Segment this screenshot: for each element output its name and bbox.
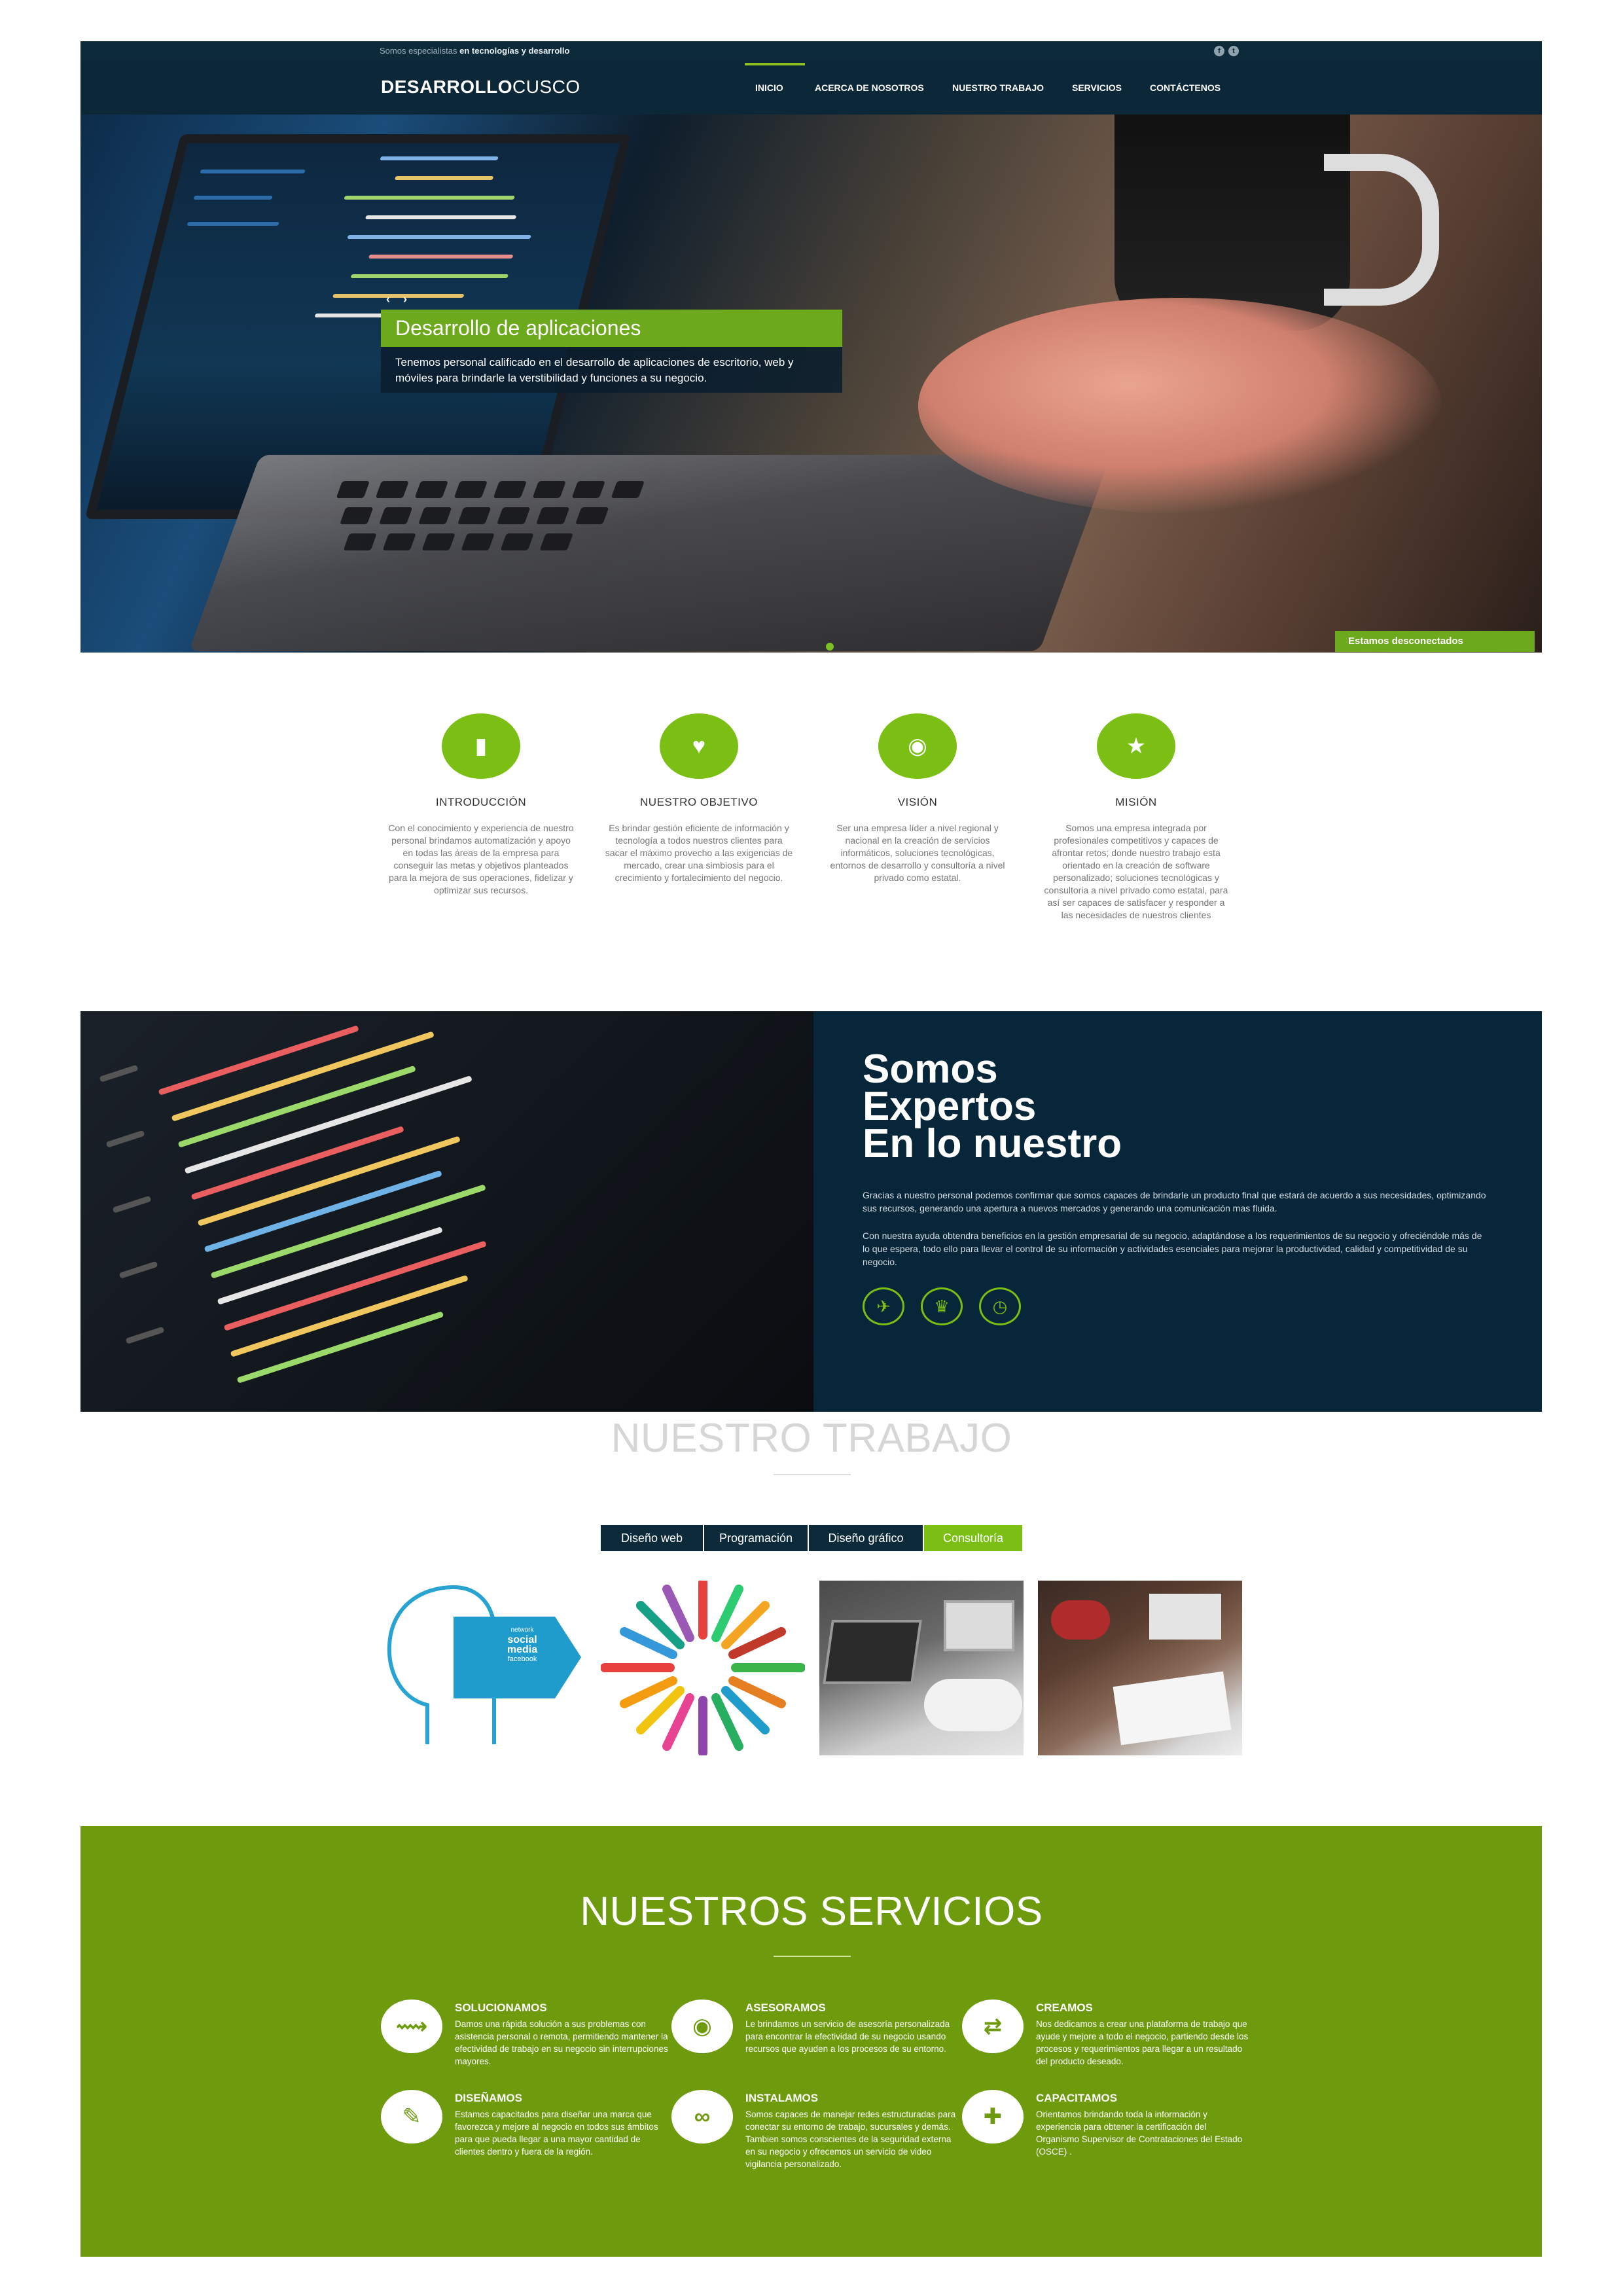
service-text: Damos una rápida solución a sus problema… bbox=[455, 2019, 668, 2066]
service-text: Estamos capacitados para diseñar una mar… bbox=[455, 2109, 658, 2157]
nav-nuestro-trabajo[interactable]: NUESTRO TRABAJO bbox=[952, 82, 1044, 93]
feature-text: Con el conocimiento y experiencia de nue… bbox=[388, 823, 574, 895]
chain-icon: ∞ bbox=[671, 2090, 733, 2144]
portfolio-people-circle[interactable] bbox=[601, 1581, 805, 1755]
feature-text: Somos una empresa integrada por profesio… bbox=[1044, 823, 1228, 920]
tab-diseno-web[interactable]: Diseño web bbox=[601, 1525, 703, 1551]
heart-icon: ♥ bbox=[660, 713, 738, 779]
experts-title: Somos Expertos En lo nuestro bbox=[863, 1047, 1122, 1166]
service-title: DISEÑAMOS bbox=[455, 2092, 522, 2104]
experts-paragraph-1: Gracias a nuestro personal podemos confi… bbox=[863, 1190, 1486, 1213]
link-icon: ⟿ bbox=[381, 2000, 442, 2053]
slide-title: Desarrollo de aplicaciones bbox=[381, 310, 842, 347]
nav-contactenos[interactable]: CONTÁCTENOS bbox=[1150, 82, 1221, 93]
laptop-shape bbox=[823, 1620, 922, 1684]
site-logo[interactable]: DESARROLLOCUSCO bbox=[381, 77, 580, 98]
title-underline bbox=[774, 1956, 851, 1957]
feature-title: NUESTRO OBJETIVO bbox=[640, 796, 758, 808]
feature-objetivo: ♥ NUESTRO OBJETIVO Es brindar gestión ef… bbox=[601, 713, 797, 884]
facebook-icon[interactable]: f bbox=[1214, 46, 1224, 56]
portfolio-team-work[interactable] bbox=[1038, 1581, 1242, 1755]
code-image bbox=[80, 1011, 813, 1412]
nav-servicios[interactable]: SERVICIOS bbox=[1072, 82, 1122, 93]
nav-inicio[interactable]: INICIO bbox=[755, 82, 783, 93]
tagline: Somos especialistas en tecnologías y des… bbox=[380, 46, 570, 56]
eye-icon: ◉ bbox=[878, 713, 957, 779]
service-title: CREAMOS bbox=[1036, 2001, 1093, 2014]
tab-programacion[interactable]: Programación bbox=[704, 1525, 808, 1551]
feature-vision: ◉ VISIÓN Ser una empresa líder a nivel r… bbox=[819, 713, 1016, 884]
feature-introduccion: ▮ INTRODUCCIÓN Con el conocimiento y exp… bbox=[383, 713, 579, 897]
chat-status-button[interactable]: Estamos desconectados bbox=[1335, 631, 1535, 652]
portfolio-meeting-laptops[interactable] bbox=[819, 1581, 1024, 1755]
laptop-keyboard bbox=[188, 455, 1111, 651]
service-text: Le brindamos un servicio de asesoría per… bbox=[745, 2019, 950, 2054]
papers-shape bbox=[1113, 1671, 1232, 1746]
person-shape bbox=[1051, 1600, 1110, 1640]
title-underline bbox=[774, 1474, 851, 1475]
paper-plane-icon[interactable]: ✈ bbox=[863, 1287, 904, 1325]
star-icon: ★ bbox=[1097, 713, 1175, 779]
service-text: Nos dedicamos a crear una plataforma de … bbox=[1036, 2019, 1249, 2066]
service-title: SOLUCIONAMOS bbox=[455, 2001, 547, 2014]
service-title: ASESORAMOS bbox=[745, 2001, 826, 2014]
experts-paragraph-2: Con nuestra ayuda obtendra beneficios en… bbox=[863, 1230, 1482, 1267]
feature-title: VISIÓN bbox=[897, 796, 938, 808]
navigation-bar bbox=[80, 61, 1542, 117]
feature-mision: ★ MISIÓN Somos una empresa integrada por… bbox=[1038, 713, 1234, 922]
shuffle-icon: ⇄ bbox=[962, 2000, 1024, 2053]
work-title: NUESTRO TRABAJO bbox=[611, 1416, 1012, 1461]
laptop-shape bbox=[1149, 1594, 1221, 1640]
add-user-icon: ✚ bbox=[962, 2090, 1024, 2144]
service-title: CAPACITAMOS bbox=[1036, 2092, 1118, 2104]
services-title: NUESTROS SERVICIOS bbox=[580, 1889, 1043, 1934]
slider-arrows: ‹ › bbox=[386, 293, 407, 306]
nav-acerca[interactable]: ACERCA DE NOSOTROS bbox=[815, 82, 924, 93]
service-text: Orientamos brindando toda la información… bbox=[1036, 2109, 1243, 2157]
book-icon: ▮ bbox=[442, 713, 520, 779]
slide-next-button[interactable]: › bbox=[403, 293, 407, 306]
laptop-shape-2 bbox=[944, 1600, 1014, 1651]
typing-hands bbox=[918, 298, 1442, 514]
trophy-icon[interactable]: ♛ bbox=[921, 1287, 963, 1325]
feature-text: Es brindar gestión eficiente de informac… bbox=[605, 823, 793, 883]
brush-icon: ✎ bbox=[381, 2090, 442, 2144]
slide-indicator-dot[interactable] bbox=[826, 643, 834, 651]
twitter-icon[interactable]: t bbox=[1228, 46, 1239, 56]
service-text: Somos capaces de manejar redes estructur… bbox=[745, 2109, 956, 2169]
feature-text: Ser una empresa líder a nivel regional y… bbox=[830, 823, 1005, 883]
nav-active-indicator bbox=[745, 63, 805, 65]
slide-prev-button[interactable]: ‹ bbox=[386, 293, 390, 306]
service-title: INSTALAMOS bbox=[745, 2092, 819, 2104]
feature-title: INTRODUCCIÓN bbox=[435, 796, 527, 808]
top-bar bbox=[80, 41, 1542, 61]
tab-consultoria[interactable]: Consultoría bbox=[924, 1525, 1022, 1551]
word-cloud: network social media facebook bbox=[507, 1626, 538, 1663]
eye-icon: ◉ bbox=[671, 2000, 733, 2053]
hands-circle-graphic bbox=[601, 1581, 805, 1755]
clock-icon[interactable]: ◷ bbox=[979, 1287, 1021, 1325]
mug-handle bbox=[1324, 154, 1439, 306]
social-media-head-graphic bbox=[387, 1585, 581, 1744]
slide-description: Tenemos personal calificado en el desarr… bbox=[381, 347, 842, 393]
tab-diseno-grafico[interactable]: Diseño gráfico bbox=[809, 1525, 923, 1551]
sleeve-shape bbox=[924, 1679, 1022, 1731]
feature-title: MISIÓN bbox=[1115, 796, 1157, 808]
portfolio-social-media[interactable]: network social media facebook bbox=[382, 1581, 586, 1755]
social-links: f t bbox=[1214, 46, 1239, 56]
